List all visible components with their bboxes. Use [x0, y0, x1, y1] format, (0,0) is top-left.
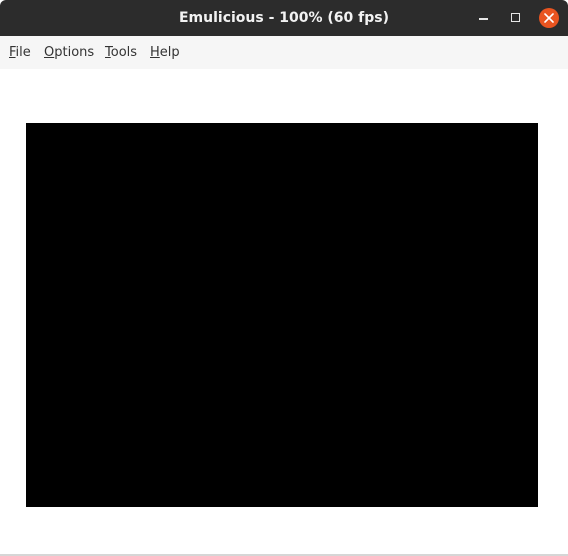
menu-bar: File Options Tools Help [0, 36, 568, 69]
close-icon [539, 8, 559, 28]
content-area [0, 69, 568, 554]
maximize-button[interactable] [506, 8, 526, 28]
minimize-button[interactable] [474, 8, 494, 28]
menu-tools[interactable]: Tools [105, 36, 137, 69]
title-bar[interactable]: Emulicious - 100% (60 fps) [0, 0, 568, 36]
emulator-screen[interactable] [26, 123, 538, 507]
minimize-icon [479, 18, 488, 20]
menu-file-label: ile [15, 45, 31, 60]
menu-options-mnemonic: O [44, 45, 55, 60]
menu-help-mnemonic: H [150, 45, 160, 60]
emulator-window: Emulicious - 100% (60 fps) File Options … [0, 0, 568, 556]
menu-help[interactable]: Help [150, 36, 180, 69]
menu-help-label: elp [159, 45, 180, 60]
menu-options[interactable]: Options [44, 36, 94, 69]
close-button[interactable] [539, 8, 559, 28]
maximize-icon [511, 13, 520, 22]
menu-options-label: ptions [54, 45, 95, 60]
menu-file[interactable]: File [9, 36, 31, 69]
menu-tools-label: ools [110, 45, 138, 60]
